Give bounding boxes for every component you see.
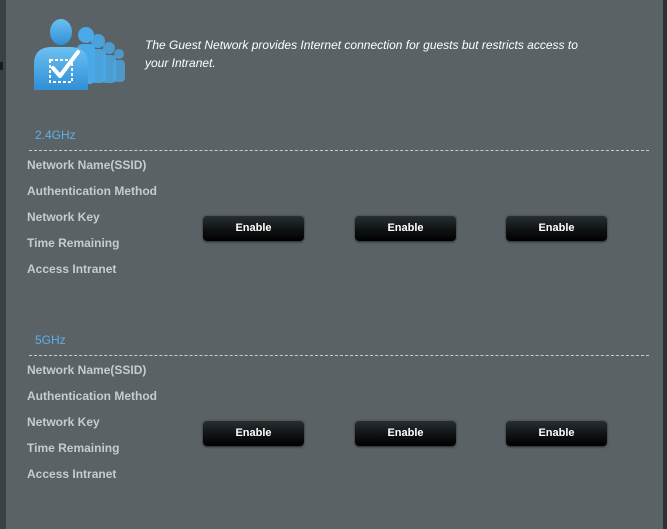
band-divider-2g <box>29 150 649 151</box>
intro-text: The Guest Network provides Internet conn… <box>145 36 615 72</box>
enable-button-5g-2[interactable]: Enable <box>355 420 456 446</box>
label-access-intranet: Access Intranet <box>27 262 117 276</box>
band-title-2g: 2.4GHz <box>35 128 76 142</box>
label-network-key: Network Key <box>27 210 100 224</box>
label-auth-method: Authentication Method <box>27 184 157 198</box>
guest-users-check-icon <box>34 19 125 90</box>
intro-line-2: your Intranet. <box>145 56 216 70</box>
edge-marker <box>0 62 3 70</box>
enable-button-5g-1[interactable]: Enable <box>203 420 304 446</box>
label-network-name: Network Name(SSID) <box>27 158 147 172</box>
right-edge <box>663 0 667 529</box>
left-edge <box>0 0 6 529</box>
label-access-intranet: Access Intranet <box>27 467 117 481</box>
band-title-5g: 5GHz <box>35 333 66 347</box>
label-time-remaining: Time Remaining <box>27 236 120 250</box>
label-auth-method: Authentication Method <box>27 389 157 403</box>
enable-button-2g-1[interactable]: Enable <box>203 215 304 241</box>
label-network-key: Network Key <box>27 415 100 429</box>
intro-line-1: The Guest Network provides Internet conn… <box>145 38 578 52</box>
label-network-name: Network Name(SSID) <box>27 363 147 377</box>
band-divider-5g <box>29 355 649 356</box>
enable-button-2g-2[interactable]: Enable <box>355 215 456 241</box>
label-time-remaining: Time Remaining <box>27 441 120 455</box>
enable-button-5g-3[interactable]: Enable <box>506 420 607 446</box>
enable-button-2g-3[interactable]: Enable <box>506 215 607 241</box>
guest-network-panel: The Guest Network provides Internet conn… <box>0 0 667 529</box>
